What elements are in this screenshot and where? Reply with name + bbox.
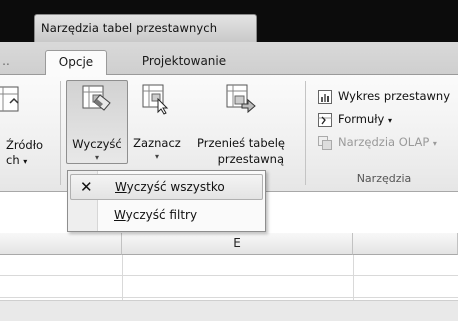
chevron-down-icon: ▾: [154, 152, 159, 161]
ribbon-tabs: .. Opcje Projektowanie: [0, 42, 458, 76]
grid-row[interactable]: [0, 255, 458, 276]
group-separator: [305, 81, 306, 185]
move-table-icon: [226, 84, 256, 114]
column-header-d[interactable]: [0, 233, 122, 255]
menu-item-text: yczyść wszystko: [126, 180, 225, 194]
chevron-down-icon: ▾: [388, 116, 393, 125]
source-label-2: ch ▾: [6, 153, 56, 167]
menu-item-text: yczyść filtry: [125, 208, 198, 222]
grid-bottom-band: [0, 300, 458, 321]
chevron-down-icon: ▾: [94, 153, 99, 162]
move-table-label-1: Przenieś tabelę: [197, 136, 285, 150]
formulas-label-wrap: Formuły ▾: [338, 112, 392, 126]
column-header-e[interactable]: E: [122, 233, 353, 255]
olap-icon: [318, 136, 332, 150]
move-table-label-2: przestawną: [217, 152, 284, 166]
clear-button-label: Wyczyść: [72, 137, 122, 151]
chevron-down-icon: ▾: [23, 157, 28, 166]
olap-label-wrap: Narzędzia OLAP ▾: [338, 135, 437, 149]
source-label-2-text: ch: [6, 153, 20, 167]
select-button[interactable]: Zaznacz ▾: [128, 80, 186, 164]
formulas-label: Formuły: [338, 112, 385, 126]
move-pivot-table-button[interactable]: Przenieś tabelę przestawną: [186, 80, 296, 166]
tab-partial-label: ..: [2, 54, 10, 68]
tab-projektowanie[interactable]: Projektowanie: [125, 50, 243, 75]
tab-opcje[interactable]: Opcje: [45, 50, 107, 76]
x-close-icon: ✕: [80, 178, 93, 196]
title-bar: Narzędzia tabel przestawnych: [0, 0, 458, 42]
olap-tools-label: Narzędzia OLAP: [338, 135, 430, 149]
pivot-source-icon: [0, 86, 19, 112]
column-header-f[interactable]: [353, 233, 458, 255]
group-separator: [60, 81, 61, 185]
menu-item-clear-filters-label: Wyczyść filtry: [114, 208, 197, 222]
context-tab-label: Narzędzia tabel przestawnych: [41, 21, 218, 35]
formula-icon: [318, 113, 332, 127]
select-table-icon: [142, 84, 169, 115]
select-button-label: Zaznacz: [133, 136, 181, 150]
source-label-1: Źródło: [6, 138, 43, 152]
context-tab-pivot-tools[interactable]: Narzędzia tabel przestawnych: [34, 14, 257, 42]
tab-opcje-label: Opcje: [58, 55, 94, 69]
chart-icon: [318, 90, 332, 104]
clear-button[interactable]: Wyczyść ▾: [66, 80, 128, 164]
tab-partial[interactable]: ..: [0, 50, 12, 75]
pivot-chart-label: Wykres przestawny: [338, 89, 451, 103]
menu-item-clear-filters[interactable]: Wyczyść filtry: [70, 203, 263, 229]
column-header-e-label: E: [233, 236, 241, 250]
eraser-table-icon: [82, 85, 111, 111]
menu-item-clear-all-label: Wyczyść wszystko: [115, 180, 225, 194]
chevron-down-icon: ▾: [432, 139, 437, 148]
accelerator-key: W: [115, 180, 127, 194]
tab-projektowanie-label: Projektowanie: [141, 54, 227, 68]
grid-row[interactable]: [0, 277, 458, 298]
accelerator-key: W: [114, 208, 126, 222]
change-source-button[interactable]: Źródło ch ▾: [0, 80, 56, 167]
menu-item-clear-all[interactable]: ✕ Wyczyść wszystko: [70, 174, 263, 200]
clear-dropdown-menu: ✕ Wyczyść wszystko Wyczyść filtry: [67, 170, 266, 232]
tools-group-label: Narzędzia: [356, 172, 412, 185]
